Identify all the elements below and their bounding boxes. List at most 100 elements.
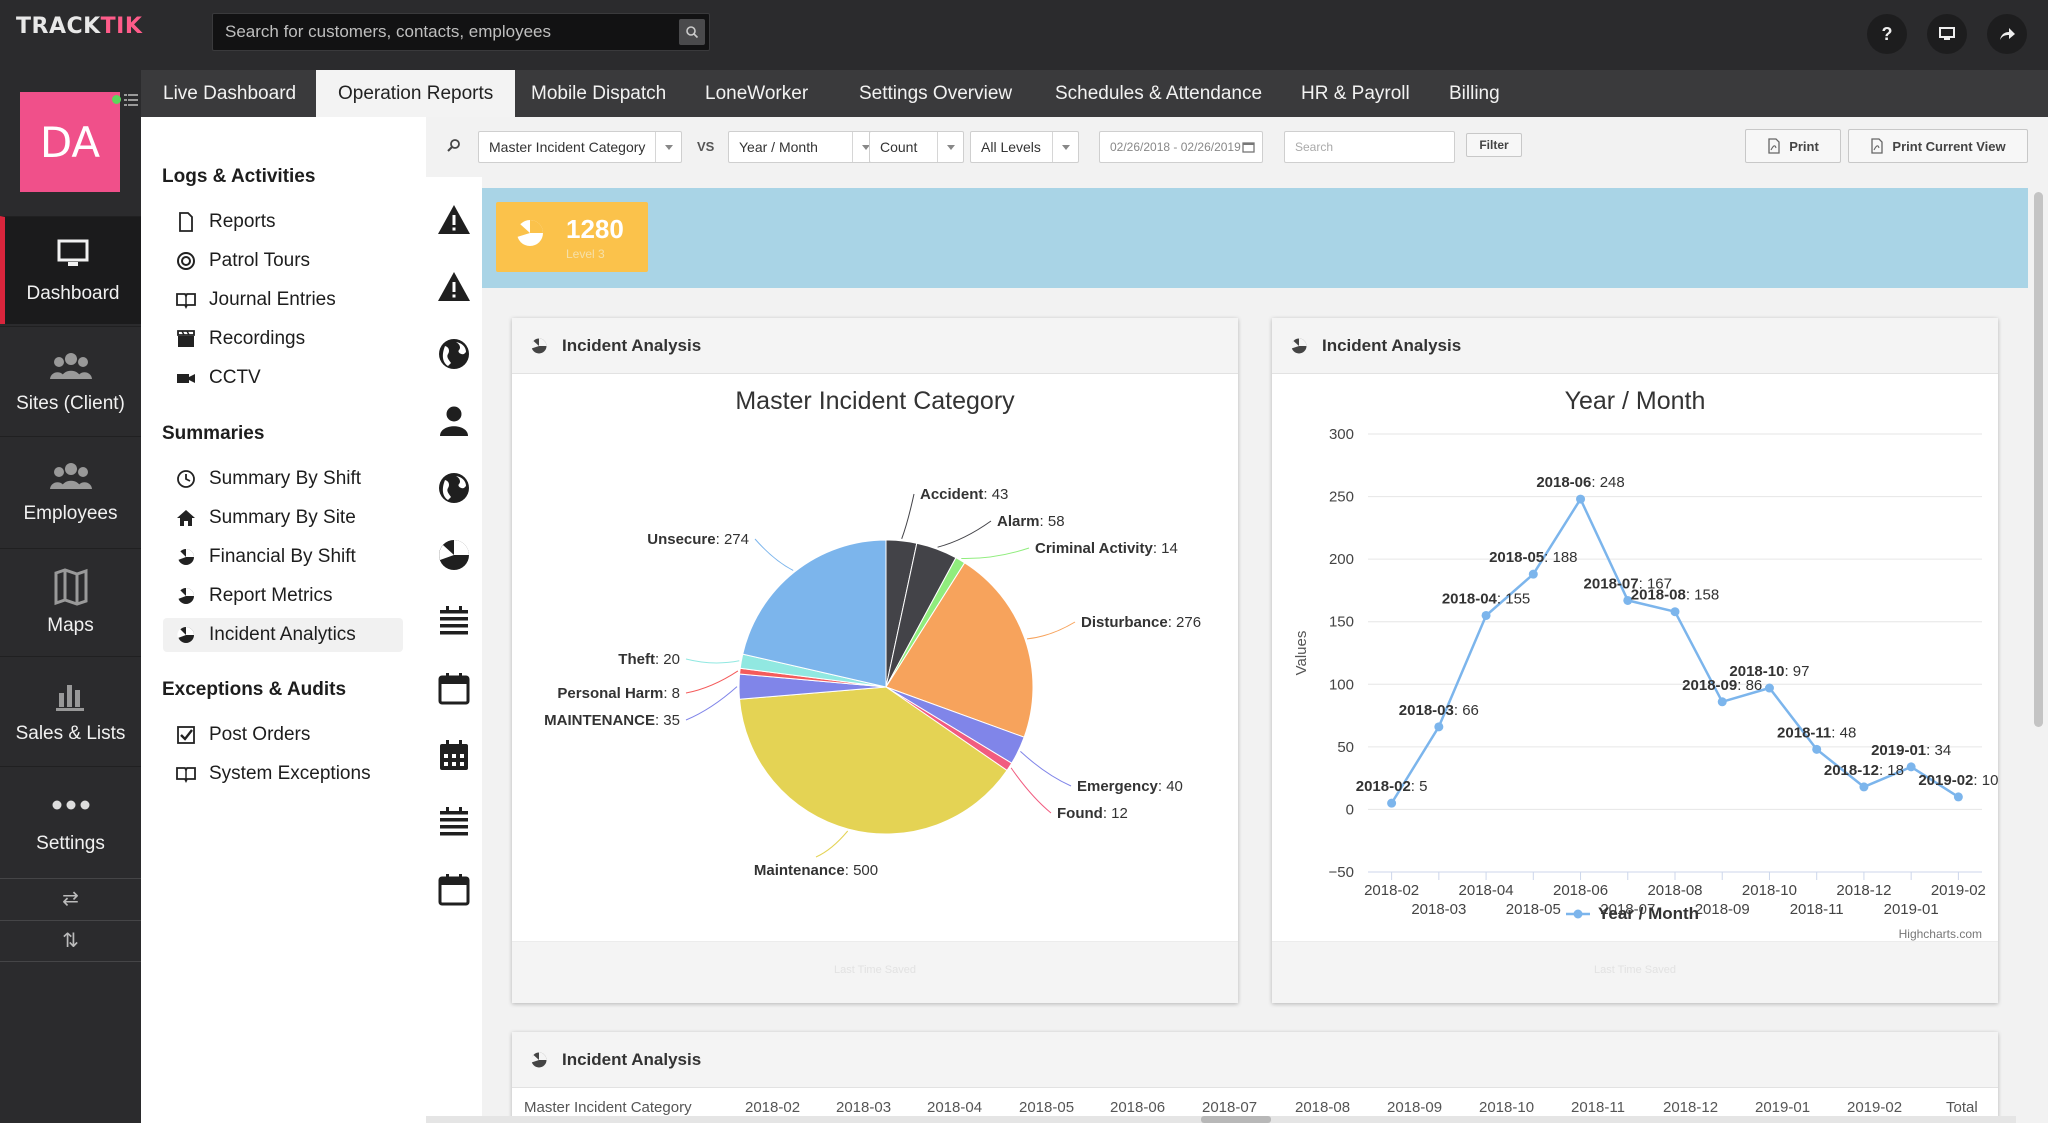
horizontal-scrollbar-thumb[interactable] <box>1201 1116 1271 1123</box>
swap-horizontal-icon[interactable]: ⇄ <box>0 878 141 920</box>
levels-select[interactable]: All Levels <box>970 131 1079 163</box>
vertical-scrollbar[interactable] <box>2034 192 2043 727</box>
swap-vertical-icon[interactable]: ⇅ <box>0 920 141 962</box>
tracktik-logo[interactable]: TRACKTIK <box>16 14 142 39</box>
line-point[interactable] <box>1812 744 1822 754</box>
subnav-summary-by-site[interactable]: Summary By Site <box>163 501 403 535</box>
table-column-header[interactable]: Total <box>1946 1099 1978 1116</box>
pdf-icon <box>1768 138 1780 154</box>
line-point[interactable] <box>1387 798 1397 808</box>
globe-icon[interactable] <box>436 336 472 372</box>
subnav-incident-analytics[interactable]: Incident Analytics <box>163 618 403 652</box>
line-data-label: 2018-04: 155 <box>1442 590 1530 607</box>
nav-maps[interactable]: Maps <box>0 548 141 656</box>
subnav-cctv[interactable]: CCTV <box>163 361 403 395</box>
subnav-recordings[interactable]: Recordings <box>163 322 403 356</box>
subnav-system-exceptions[interactable]: System Exceptions <box>163 757 403 791</box>
search-icon[interactable] <box>446 138 462 154</box>
nav-sales-lists[interactable]: Sales & Lists <box>0 656 141 764</box>
line-point[interactable] <box>1481 610 1491 620</box>
nav-sites-client[interactable]: Sites (Client) <box>0 326 141 434</box>
table-column-header[interactable]: 2018-12 <box>1663 1099 1718 1116</box>
line-point[interactable] <box>1859 782 1869 792</box>
table-column-header[interactable]: Master Incident Category <box>524 1099 692 1116</box>
user-icon[interactable] <box>436 403 472 439</box>
monitor-icon[interactable] <box>1927 14 1967 54</box>
y-tick-label: 200 <box>1329 551 1354 568</box>
table-column-header[interactable]: 2018-02 <box>745 1099 800 1116</box>
line-point[interactable] <box>1528 569 1538 579</box>
help-icon[interactable]: ? <box>1867 14 1907 54</box>
reports-subnav: Logs & Activities Reports Patrol Tours J… <box>141 117 426 1123</box>
tab-live-dashboard[interactable]: Live Dashboard <box>141 70 318 117</box>
nav-settings[interactable]: Settings <box>0 766 141 874</box>
measure-select[interactable]: Count <box>869 131 964 163</box>
line-point[interactable] <box>1717 697 1727 707</box>
table-column-header[interactable]: 2018-06 <box>1110 1099 1165 1116</box>
line-data-label: 2019-01: 34 <box>1871 742 1951 759</box>
video-camera-icon <box>177 374 195 383</box>
tab-hr-payroll[interactable]: HR & Payroll <box>1279 70 1432 117</box>
tab-billing[interactable]: Billing <box>1427 70 1522 117</box>
share-icon[interactable] <box>1987 14 2027 54</box>
subnav-patrol-tours[interactable]: Patrol Tours <box>163 244 403 278</box>
tab-loneworker[interactable]: LoneWorker <box>683 70 830 117</box>
date-range-input[interactable]: 02/26/2018 - 02/26/2019 <box>1099 131 1263 163</box>
calendar-icon[interactable] <box>436 872 472 908</box>
kpi-value: 1280 <box>566 214 624 244</box>
menu-list-icon[interactable] <box>124 94 138 106</box>
filter-search-input[interactable]: Search <box>1284 131 1455 163</box>
calendar-grid-icon[interactable] <box>436 738 472 774</box>
subnav-journal-entries[interactable]: Journal Entries <box>163 283 403 317</box>
print-current-view-button[interactable]: Print Current View <box>1848 129 2028 163</box>
table-column-header[interactable]: 2018-11 <box>1571 1099 1625 1116</box>
target-icon <box>177 252 195 270</box>
line-point[interactable] <box>1434 722 1444 732</box>
global-search-input[interactable]: Search for customers, contacts, employee… <box>212 13 710 51</box>
tab-schedules-attendance[interactable]: Schedules & Attendance <box>1033 70 1284 117</box>
table-column-header[interactable]: 2018-10 <box>1479 1099 1534 1116</box>
tab-operation-reports[interactable]: Operation Reports <box>316 70 516 117</box>
line-point[interactable] <box>1764 683 1774 693</box>
globe-icon[interactable] <box>436 470 472 506</box>
line-point[interactable] <box>1906 762 1916 772</box>
horizontal-scrollbar[interactable] <box>426 1116 2016 1123</box>
category-select[interactable]: Master Incident Category <box>478 131 682 163</box>
period-select[interactable]: Year / Month <box>728 131 879 163</box>
chevron-down-icon <box>937 132 963 162</box>
warning-icon[interactable] <box>436 202 472 238</box>
kpi-level3-card[interactable]: 1280 Level 3 <box>496 202 648 272</box>
nav-employees[interactable]: Employees <box>0 436 141 544</box>
table-column-header[interactable]: 2018-08 <box>1295 1099 1350 1116</box>
table-column-header[interactable]: 2018-04 <box>927 1099 982 1116</box>
table-column-header[interactable]: 2018-05 <box>1019 1099 1074 1116</box>
list-icon[interactable] <box>436 604 472 640</box>
line-point[interactable] <box>1670 607 1680 617</box>
table-column-header[interactable]: 2018-09 <box>1387 1099 1442 1116</box>
table-column-header[interactable]: 2018-07 <box>1202 1099 1257 1116</box>
subnav-summary-by-shift[interactable]: Summary By Shift <box>163 462 403 496</box>
pie-chart-icon[interactable] <box>436 537 472 573</box>
search-icon[interactable] <box>679 19 705 45</box>
calendar-icon[interactable] <box>436 671 472 707</box>
legend-item[interactable]: Year / Month <box>1598 904 1699 923</box>
tab-mobile-dispatch[interactable]: Mobile Dispatch <box>509 70 688 117</box>
table-column-header[interactable]: 2019-01 <box>1755 1099 1810 1116</box>
highcharts-credit[interactable]: Highcharts.com <box>1899 927 1982 941</box>
subnav-report-metrics[interactable]: Report Metrics <box>163 579 403 613</box>
list-icon[interactable] <box>436 805 472 841</box>
bar-chart-icon <box>55 685 84 711</box>
line-point[interactable] <box>1953 792 1963 802</box>
subnav-post-orders[interactable]: Post Orders <box>163 718 403 752</box>
filter-button[interactable]: Filter <box>1466 133 1522 157</box>
nav-dashboard[interactable]: Dashboard <box>0 216 141 324</box>
table-column-header[interactable]: 2018-03 <box>836 1099 891 1116</box>
subnav-financial-by-shift[interactable]: Financial By Shift <box>163 540 403 574</box>
print-button[interactable]: Print <box>1745 129 1841 163</box>
line-point[interactable] <box>1576 494 1586 504</box>
table-column-header[interactable]: 2019-02 <box>1847 1099 1902 1116</box>
warning-icon[interactable] <box>436 269 472 305</box>
avatar[interactable]: DA <box>20 92 121 192</box>
subnav-reports[interactable]: Reports <box>163 205 403 239</box>
tab-settings-overview[interactable]: Settings Overview <box>837 70 1034 117</box>
